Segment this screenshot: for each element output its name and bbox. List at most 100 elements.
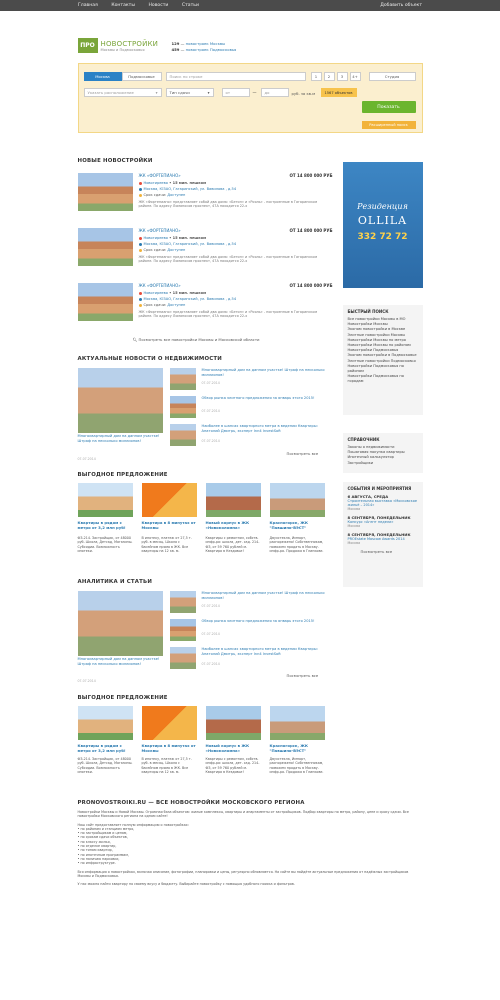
price-to-input[interactable]: до [260, 88, 289, 97]
chevron-down-icon: ▾ [207, 90, 210, 95]
offer-title[interactable]: Квартира в 8 минутах от Москвы [142, 743, 197, 753]
news-caption[interactable]: Многоквартирный дом на данном участке! Ш… [202, 368, 332, 377]
show-button[interactable]: Показать [361, 101, 416, 113]
offer-title[interactable]: Красногорск, ЖК "Павшино-ВЭСТ" [270, 743, 325, 753]
nav-articles[interactable]: Статьи [182, 3, 199, 8]
event-item[interactable]: 8 СЕНТЯБРЯ, ПОНЕДЕЛЬНИК PROEstate Moscow … [348, 532, 418, 545]
deal-label: Тип сдачи [169, 90, 190, 95]
to-placeholder: до [264, 90, 270, 95]
article-caption[interactable]: Наиболее в шансах квартирного метра в ве… [202, 647, 332, 656]
quick-search-title: БЫСТРЫЙ ПОИСК [347, 309, 389, 314]
logo[interactable]: ПРО НОВОСТРОЙКИ Москвы и Подмосковья [77, 38, 159, 53]
stat-link[interactable]: новостроек Москвы [186, 41, 225, 46]
offer-image[interactable] [141, 483, 197, 517]
reference-link[interactable]: Застройщики [348, 461, 418, 466]
offer-title[interactable]: Квартира в 8 минутах от Москвы [142, 520, 197, 530]
nav-contacts[interactable]: Контакты [111, 3, 135, 8]
room-3-button[interactable]: 3 [336, 72, 348, 81]
building-photo[interactable] [77, 228, 133, 266]
offer-image[interactable] [77, 706, 133, 740]
offer-title[interactable]: Квартиры в рядом с метро от 3,2 млн руб! [78, 520, 133, 530]
tab-region[interactable]: Подмосковье [121, 72, 162, 81]
ad-banner[interactable]: Резиденция OLLILA 332 72 72 [342, 162, 423, 288]
article-caption[interactable]: Обзор рынка элитного предложения за янва… [202, 619, 332, 624]
offer-image[interactable] [77, 483, 133, 517]
offer-desc: Двухстекла, Импорт, распорежено! Собстве… [269, 536, 324, 553]
advanced-search-button[interactable]: Расширенный поиск [361, 121, 416, 129]
article-photo-large[interactable] [77, 591, 163, 656]
article-thumb[interactable] [169, 647, 196, 669]
news-thumb[interactable] [169, 424, 196, 446]
list-item[interactable]: ЖК «ФОРТЕПИАНО» ОТ 14 800 000 РУБ Новоги… [77, 228, 333, 273]
news-caption-large[interactable]: Многоквартирный дом на данном участке! Ш… [78, 434, 163, 443]
building-description: ЖК «Фортепиано» представляет собой два д… [138, 310, 318, 319]
news-thumb[interactable] [169, 396, 196, 418]
list-item[interactable]: ЖК «ФОРТЕПИАНО» ОТ 14 800 000 РУБ Новоги… [77, 283, 333, 328]
room-4-button[interactable]: 4+ [349, 72, 361, 81]
news-photo-large[interactable] [77, 368, 163, 433]
article-thumb[interactable] [169, 591, 196, 613]
event-place: Москва [347, 507, 361, 511]
news-caption[interactable]: Обзор рынка элитного предложения за янва… [202, 396, 332, 401]
deal-select[interactable]: Тип сдачи ▾ [165, 88, 214, 97]
offer-image[interactable] [205, 483, 261, 517]
offer-image[interactable] [269, 706, 325, 740]
offer-title[interactable]: Квартиры в рядом с метро от 3,2 млн руб! [78, 743, 133, 753]
banner-line2: OLLILA [357, 214, 408, 227]
article-date: 07.07.2014 [77, 679, 96, 683]
clock-icon [138, 248, 142, 252]
price-from-input[interactable]: от [221, 88, 250, 97]
quick-link[interactable]: Эконом новостройки в Подмосковье [348, 353, 418, 358]
reference-box: СПРАВОЧНИК Законы о недвижимости Пошагов… [342, 433, 423, 473]
list-item[interactable]: ЖК «ФОРТЕПИАНО» ОТ 14 800 000 РУБ Новоги… [77, 173, 333, 218]
building-title[interactable]: ЖК «ФОРТЕПИАНО» [139, 173, 181, 178]
event-item[interactable]: 6 АВГУСТА, СРЕДА Строительная выставка «М… [348, 494, 418, 511]
article-caption[interactable]: Многоквартирный дом на данном участке! Ш… [202, 591, 332, 600]
tab-moscow[interactable]: Москва [83, 72, 122, 81]
building-title[interactable]: ЖК «ФОРТЕПИАНО» [139, 228, 181, 233]
building-title[interactable]: ЖК «ФОРТЕПИАНО» [139, 283, 181, 288]
offer-title[interactable]: Красногорск, ЖК "Павшино-ВЭСТ" [270, 520, 325, 530]
nav-news[interactable]: Новости [148, 3, 168, 8]
room-1-button[interactable]: 1 [310, 72, 322, 81]
event-item[interactable]: 8 СЕНТЯБРЯ, ПОНЕДЕЛЬНИК Конкурс «Агент не… [348, 515, 418, 528]
building-photo[interactable] [77, 283, 133, 321]
district-select[interactable]: Указать расположение ▾ [83, 88, 162, 97]
seo-paragraph: У нас можно найти квартиру по своему вку… [77, 882, 295, 887]
add-object-link[interactable]: Добавить объект [380, 3, 422, 8]
nav-home[interactable]: Главная [78, 3, 98, 8]
room-2-button[interactable]: 2 [323, 72, 335, 81]
view-all-articles-link[interactable]: Посмотреть все [287, 673, 319, 678]
offer-title[interactable]: Новый корпус в ЖК «Новоколомна» [206, 743, 261, 753]
quick-link[interactable]: Новостройки Подмосковья по городам [348, 374, 418, 384]
offer-image[interactable] [141, 706, 197, 740]
address-line: Москва, ЮЗАО, Гагаринский, ул. Вавилова … [138, 187, 236, 191]
article-thumb[interactable] [169, 619, 196, 641]
news-date: 07.07.2014 [201, 381, 220, 385]
view-all-events-link[interactable]: Посмотреть все [361, 549, 418, 554]
quick-link[interactable]: Новостройки Подмосковья по районам [348, 364, 418, 374]
top-bar: Главная Контакты Новости Статьи Добавить… [0, 0, 500, 11]
address-line: Москва, ЮЗАО, Гагаринский, ул. Вавилова … [138, 242, 237, 246]
view-all-new-link[interactable]: 🔍︎ Посмотреть все новостройки Москвы и М… [133, 337, 260, 342]
offer-image[interactable] [205, 706, 261, 740]
studio-button[interactable]: Студия [368, 72, 416, 81]
event-name[interactable]: Строительная выставка «Московское жильё … [348, 499, 418, 507]
article-caption-large[interactable]: Многоквартирный дом на данном участке! Ш… [78, 657, 163, 666]
map-pin-icon [138, 187, 142, 191]
news-caption[interactable]: Наиболее в шансах квартирного метра в ве… [202, 424, 332, 433]
address: Москва, ЮЗАО, Гагаринский, ул. Вавилова … [143, 242, 237, 246]
metro-icon [138, 181, 142, 185]
stat-link[interactable]: новостроек Подмосковья [186, 47, 237, 52]
article-date: 07.07.2014 [201, 632, 220, 636]
search-icon: 🔍︎ [132, 337, 138, 342]
offer-title[interactable]: Новый корпус в ЖК «Новоколомна» [206, 520, 261, 530]
building-photo[interactable] [77, 173, 133, 211]
offer-image[interactable] [269, 483, 325, 517]
news-thumb[interactable] [169, 368, 196, 390]
view-all-news-link[interactable]: Посмотреть все [287, 451, 319, 456]
top-nav: Главная Контакты Новости Статьи [78, 3, 211, 8]
metro-icon [138, 236, 142, 240]
seo-list-item: • по инфраструктуре. [77, 861, 116, 866]
search-input[interactable]: Поиск по строке [165, 72, 306, 81]
